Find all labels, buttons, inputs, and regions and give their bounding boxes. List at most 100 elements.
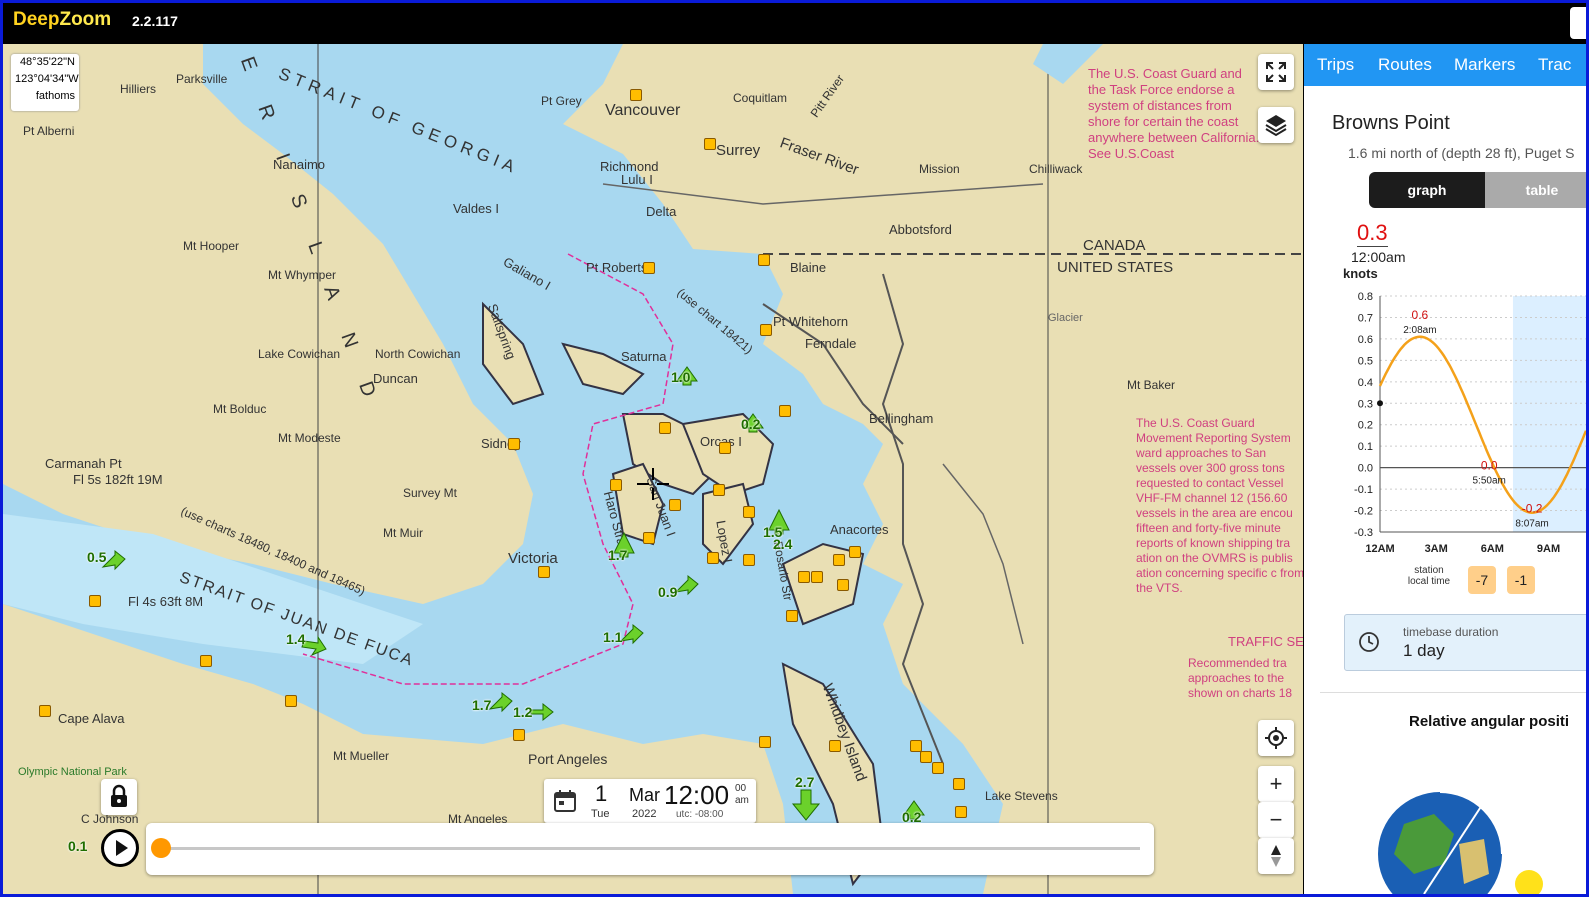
timebase-value: 1 day bbox=[1403, 641, 1445, 660]
label-pt-grey: Pt Grey bbox=[541, 94, 582, 108]
current-arrow[interactable]: 1.7 bbox=[608, 531, 635, 563]
station-marker[interactable] bbox=[719, 442, 731, 454]
y-tick-label: 0.8 bbox=[1358, 291, 1373, 303]
label-valdes: Valdes I bbox=[453, 201, 500, 216]
current-arrow[interactable]: 0.5 bbox=[87, 549, 126, 571]
table-toggle-button[interactable]: table bbox=[1485, 172, 1586, 208]
station-marker[interactable] bbox=[508, 438, 520, 450]
station-marker[interactable] bbox=[849, 546, 861, 558]
station-marker[interactable] bbox=[837, 579, 849, 591]
panel-tabs: Trips Routes Markers Trac bbox=[1304, 44, 1586, 86]
slider-track[interactable] bbox=[162, 847, 1140, 850]
app-logo[interactable]: DeepZoom bbox=[13, 9, 111, 31]
latitude: 48°35'22"N bbox=[19, 56, 75, 68]
calendar-icon bbox=[554, 790, 576, 812]
graph-toggle-button[interactable]: graph bbox=[1369, 172, 1485, 208]
station-marker[interactable] bbox=[713, 484, 725, 496]
tide-chart[interactable]: 0.8 0.7 0.6 0.5 0.4 0.3 0.2 0.1 0.0 -0.1 -0.2 -0.3 1… bbox=[1304, 280, 1586, 560]
current-arrow[interactable]: 0.2 bbox=[741, 413, 764, 433]
station-marker[interactable] bbox=[743, 554, 755, 566]
station-marker[interactable] bbox=[285, 695, 297, 707]
station-marker[interactable] bbox=[920, 751, 932, 763]
compass-icon bbox=[1271, 845, 1281, 867]
station-marker[interactable] bbox=[200, 655, 212, 667]
zoom-out-button[interactable]: − bbox=[1258, 802, 1294, 838]
tab-tracks[interactable]: Trac bbox=[1538, 55, 1571, 75]
layers-button[interactable] bbox=[1258, 107, 1294, 143]
station-marker[interactable] bbox=[707, 552, 719, 564]
current-arrow[interactable]: 1.1 bbox=[603, 623, 644, 645]
x-tick-label: 12AM bbox=[1365, 543, 1394, 555]
station-marker[interactable] bbox=[759, 736, 771, 748]
night-shading bbox=[1512, 296, 1586, 532]
station-marker[interactable] bbox=[39, 705, 51, 717]
current-arrow[interactable]: 2.4 bbox=[773, 536, 792, 552]
timebase-selector[interactable]: timebase duration 1 day bbox=[1344, 614, 1586, 671]
current-arrow[interactable]: 0.9 bbox=[658, 574, 699, 600]
station-marker[interactable] bbox=[643, 262, 655, 274]
station-marker[interactable] bbox=[833, 554, 845, 566]
station-marker[interactable] bbox=[610, 479, 622, 491]
station-marker[interactable] bbox=[953, 778, 965, 790]
tz-label: station local time bbox=[1407, 565, 1451, 587]
extreme-value-label: 0.6 bbox=[1412, 308, 1429, 322]
station-marker[interactable] bbox=[669, 499, 681, 511]
current-arrow[interactable]: 1.2 bbox=[513, 702, 554, 722]
station-marker[interactable] bbox=[955, 806, 967, 818]
current-arrow[interactable]: 1.7 bbox=[472, 691, 513, 713]
lock-button[interactable] bbox=[101, 779, 137, 815]
nautical-chart-map[interactable]: STRAIT OF GEORGIA STRAIT OF JUAN DE FUCA… bbox=[3, 44, 1303, 894]
play-button[interactable] bbox=[101, 829, 139, 867]
clock-icon bbox=[1359, 632, 1379, 652]
tz-button-7[interactable]: -7 bbox=[1468, 566, 1496, 594]
tab-trips[interactable]: Trips bbox=[1317, 55, 1354, 75]
y-tick-label: 0.6 bbox=[1358, 334, 1373, 346]
station-marker[interactable] bbox=[760, 324, 772, 336]
top-right-button[interactable] bbox=[1570, 7, 1586, 39]
time-slider[interactable] bbox=[146, 823, 1154, 875]
tz-button-1[interactable]: -1 bbox=[1507, 566, 1535, 594]
label-delta: Delta bbox=[646, 204, 677, 219]
datetime-picker[interactable]: 1 Tue Mar 2022 12:00 00 am utc: -08:00 bbox=[544, 779, 756, 823]
label-lulu: Lulu I bbox=[621, 172, 653, 187]
current-arrow[interactable]: 1.0 bbox=[671, 366, 698, 386]
station-marker[interactable] bbox=[798, 571, 810, 583]
station-marker[interactable] bbox=[786, 610, 798, 622]
label-saturna: Saturna bbox=[621, 349, 667, 364]
station-marker[interactable] bbox=[89, 595, 101, 607]
minus-icon: − bbox=[1269, 807, 1283, 832]
station-marker[interactable] bbox=[643, 532, 655, 544]
station-marker[interactable] bbox=[630, 89, 642, 101]
label-mt-muir: Mt Muir bbox=[383, 526, 423, 540]
slider-thumb[interactable] bbox=[151, 838, 171, 858]
current-arrow[interactable]: 1.4 bbox=[286, 631, 327, 657]
fullscreen-button[interactable] bbox=[1258, 54, 1294, 90]
locate-button[interactable] bbox=[1258, 720, 1294, 756]
tab-routes[interactable]: Routes bbox=[1378, 55, 1432, 75]
extreme-time-label: 8:07am bbox=[1515, 519, 1548, 530]
station-marker[interactable] bbox=[779, 405, 791, 417]
label-ferndale: Ferndale bbox=[805, 336, 857, 351]
zoom-in-button[interactable]: + bbox=[1258, 766, 1294, 802]
depth-unit: fathoms bbox=[35, 90, 75, 102]
current-arrow[interactable]: 2.7 bbox=[791, 774, 821, 821]
label-victoria: Victoria bbox=[508, 550, 558, 567]
label-olympic: Olympic National Park bbox=[18, 766, 127, 778]
station-marker[interactable] bbox=[743, 506, 755, 518]
tab-markers[interactable]: Markers bbox=[1454, 55, 1515, 75]
current-arrow[interactable]: 0.1 bbox=[68, 838, 87, 854]
station-marker[interactable] bbox=[513, 729, 525, 741]
y-tick-label: -0.1 bbox=[1354, 484, 1373, 496]
station-marker[interactable] bbox=[932, 762, 944, 774]
station-marker[interactable] bbox=[538, 566, 550, 578]
label-cape-alava: Cape Alava bbox=[58, 711, 125, 726]
compass-button[interactable] bbox=[1258, 838, 1294, 874]
station-marker[interactable] bbox=[758, 254, 770, 266]
station-marker[interactable] bbox=[659, 422, 671, 434]
label-anacortes: Anacortes bbox=[830, 522, 889, 537]
layers-icon bbox=[1265, 115, 1287, 137]
label-surrey: Surrey bbox=[716, 142, 761, 159]
station-marker[interactable] bbox=[829, 740, 841, 752]
station-marker[interactable] bbox=[704, 138, 716, 150]
station-marker[interactable] bbox=[811, 571, 823, 583]
